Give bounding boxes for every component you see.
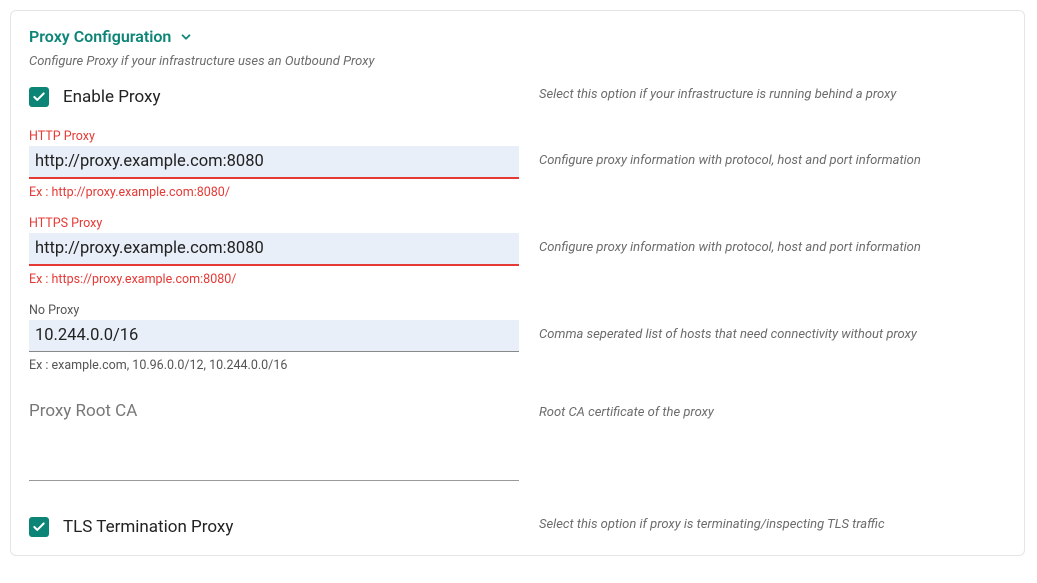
root-ca-input[interactable] xyxy=(29,431,519,481)
http-proxy-help: Configure proxy information with protoco… xyxy=(539,129,1006,168)
http-proxy-input[interactable] xyxy=(29,146,519,179)
chevron-down-icon xyxy=(179,30,193,44)
proxy-config-panel: Proxy Configuration Configure Proxy if y… xyxy=(10,10,1025,556)
no-proxy-input[interactable] xyxy=(29,320,519,352)
https-proxy-label: HTTPS Proxy xyxy=(29,216,519,231)
section-title-toggle[interactable]: Proxy Configuration xyxy=(29,27,1006,46)
https-proxy-hint: Ex : https://proxy.example.com:8080/ xyxy=(29,272,519,287)
tls-termination-label: TLS Termination Proxy xyxy=(63,517,233,537)
http-proxy-label: HTTP Proxy xyxy=(29,129,519,144)
https-proxy-help: Configure proxy information with protoco… xyxy=(539,216,1006,255)
no-proxy-hint: Ex : example.com, 10.96.0.0/12, 10.244.0… xyxy=(29,358,519,373)
section-subtitle: Configure Proxy if your infrastructure u… xyxy=(29,54,1006,69)
enable-proxy-checkbox[interactable] xyxy=(29,87,49,107)
no-proxy-help: Comma seperated list of hosts that need … xyxy=(539,303,1006,342)
http-proxy-hint: Ex : http://proxy.example.com:8080/ xyxy=(29,185,519,200)
root-ca-help: Root CA certificate of the proxy xyxy=(539,389,1006,420)
tls-termination-help: Select this option if proxy is terminati… xyxy=(539,517,1006,532)
no-proxy-label: No Proxy xyxy=(29,303,519,318)
root-ca-label: Proxy Root CA xyxy=(29,401,519,421)
enable-proxy-label: Enable Proxy xyxy=(63,87,161,107)
enable-proxy-help: Select this option if your infrastructur… xyxy=(539,87,1006,102)
tls-termination-checkbox[interactable] xyxy=(29,517,49,537)
https-proxy-input[interactable] xyxy=(29,233,519,266)
section-title-text: Proxy Configuration xyxy=(29,27,171,46)
